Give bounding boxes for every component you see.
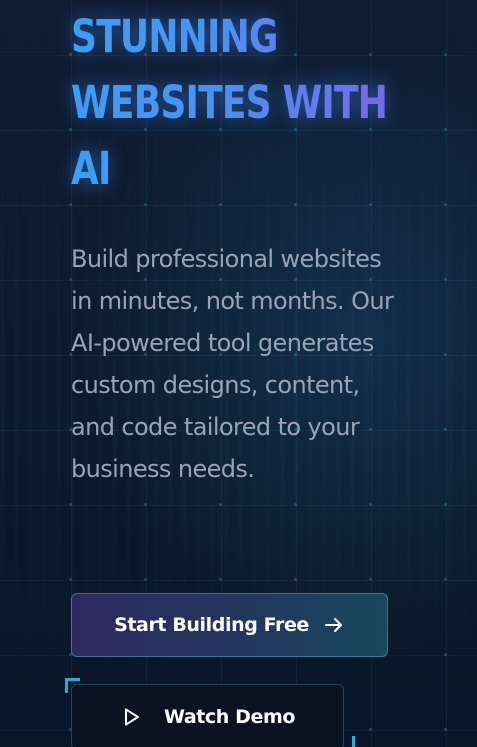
headline-line-1: STUNNING xyxy=(71,10,278,63)
headline-line-3: AI xyxy=(71,142,111,195)
hero-section: STUNNING WEBSITES WITH AI Build professi… xyxy=(0,0,477,747)
watch-demo-button[interactable]: Watch Demo xyxy=(71,684,344,747)
start-building-free-label: Start Building Free xyxy=(114,614,309,636)
headline-line-2: WEBSITES WITH xyxy=(71,76,388,129)
hero-description: Build professional websites in minutes, … xyxy=(71,245,394,483)
hero-headline: STUNNING WEBSITES WITH AI xyxy=(71,4,391,202)
start-building-free-button[interactable]: Start Building Free xyxy=(71,593,388,657)
watch-demo-label: Watch Demo xyxy=(163,706,296,728)
arrow-right-icon xyxy=(323,614,345,636)
play-icon xyxy=(120,706,142,728)
